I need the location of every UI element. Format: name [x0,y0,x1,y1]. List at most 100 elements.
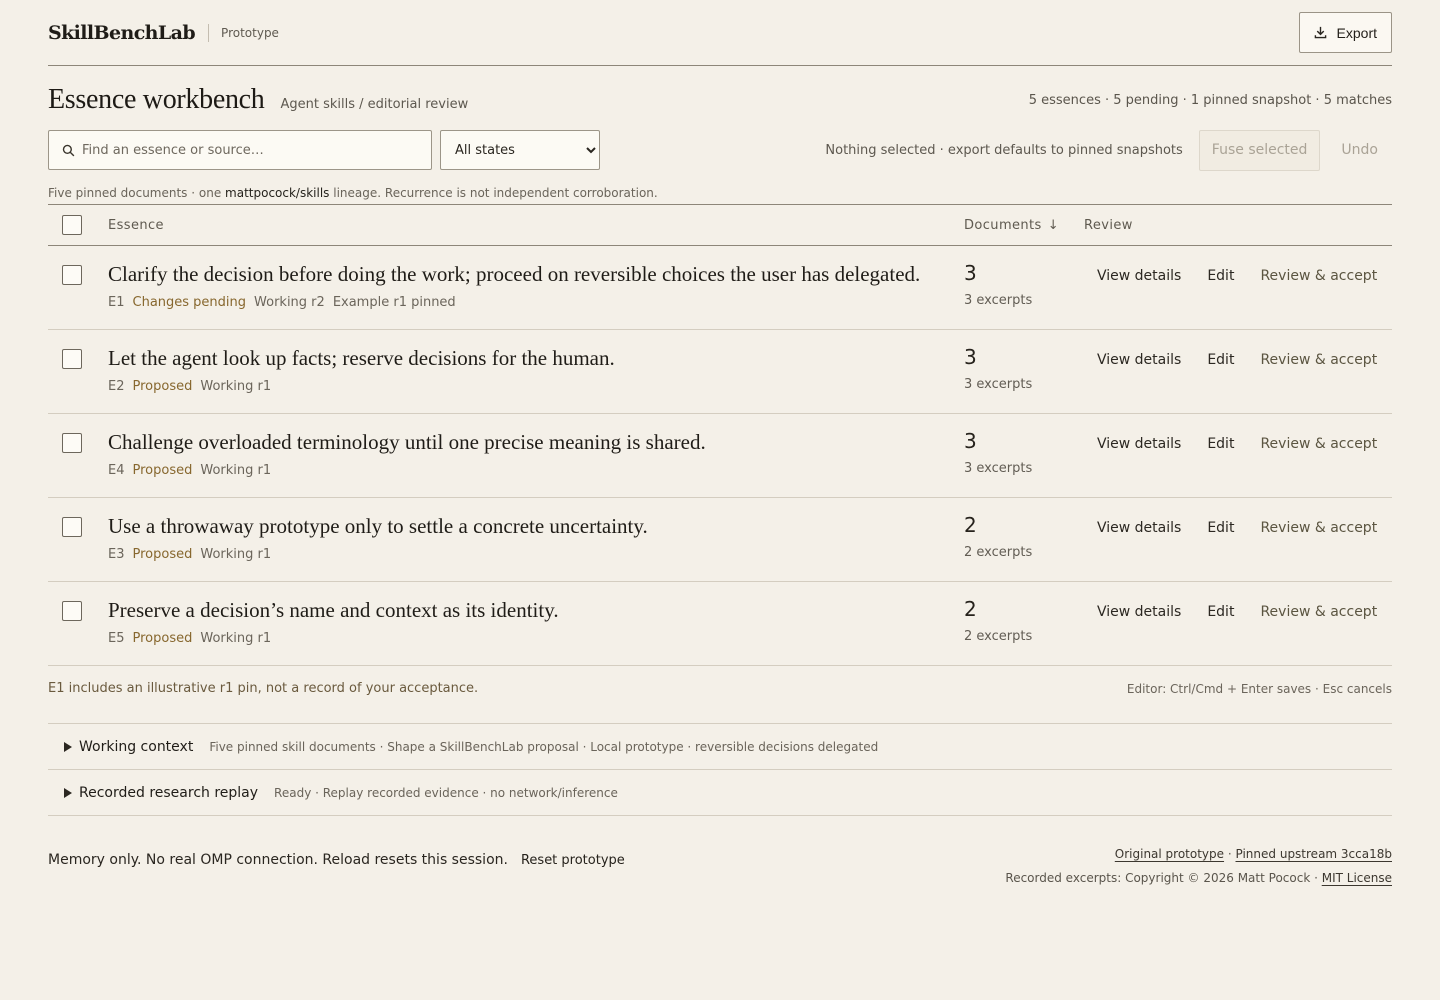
table-header: Essence Documents ↓ Review [48,205,1392,246]
breadcrumb: Agent skills / editorial review [280,97,469,112]
mit-license-link[interactable]: MIT License [1322,871,1392,885]
memory-notice: Memory only. No real OMP connection. Rel… [48,852,508,868]
essence-meta: E3 Proposed Working r1 [108,547,964,562]
edit-button[interactable]: Edit [1194,520,1247,536]
editor-shortcuts: Editor: Ctrl/Cmd + Enter saves · Esc can… [1126,681,1392,696]
column-header-documents[interactable]: Documents ↓ [964,218,1084,233]
disclosure-triangle-icon [64,787,72,798]
top-bar: SkillBenchLab Prototype Export [48,0,1392,66]
view-details-button[interactable]: View details [1084,268,1194,284]
column-header-essence: Essence [108,217,164,233]
review-accept-button[interactable]: Review & accept [1247,352,1390,368]
select-all-checkbox[interactable] [62,215,82,235]
table-row: Let the agent look up facts; reserve dec… [48,330,1392,414]
excerpt-count: 3 excerpts [964,461,1033,476]
essence-meta: E4 Proposed Working r1 [108,463,964,478]
footer-separator: · [1224,847,1236,861]
research-replay-status: Ready · Replay recorded evidence · no ne… [274,785,618,800]
edit-button[interactable]: Edit [1194,436,1247,452]
lineage-repo: mattpocock/skills [225,186,330,200]
essence-meta: E5 Proposed Working r1 [108,631,964,646]
view-details-button[interactable]: View details [1084,520,1194,536]
essence-state: Proposed [132,379,193,394]
excerpt-count: 3 excerpts [964,293,1033,308]
essence-id: E4 [108,463,125,478]
row-checkbox[interactable] [62,517,82,537]
essence-text: Challenge overloaded terminology until o… [108,430,706,454]
edit-button[interactable]: Edit [1194,604,1247,620]
essence-meta: E1 Changes pending Working r2 Example r1… [108,295,964,310]
document-count: 2 [964,597,977,621]
edit-button[interactable]: Edit [1194,268,1247,284]
essence-id: E5 [108,631,125,646]
working-context-section[interactable]: Working context Five pinned skill docume… [48,724,1392,770]
copyright-note: Recorded excerpts: Copyright © 2026 Matt… [1005,871,1322,885]
search-input[interactable] [82,142,412,158]
column-header-review: Review [1084,217,1133,233]
pinned-upstream-link[interactable]: Pinned upstream 3cca18b [1236,847,1393,861]
pinned-note: Example r1 pinned [332,295,456,310]
lineage-text-after: lineage. Recurrence is not independent c… [329,186,658,200]
review-accept-button[interactable]: Review & accept [1247,520,1390,536]
page-title: Essence workbench [48,84,265,115]
excerpt-count: 3 excerpts [964,377,1033,392]
sort-descending-icon: ↓ [1047,217,1060,233]
document-count: 3 [964,345,977,369]
document-count: 3 [964,429,977,453]
essence-state: Changes pending [132,295,247,310]
essence-id: E2 [108,379,125,394]
state-filter-select[interactable]: All states [440,130,600,170]
view-details-button[interactable]: View details [1084,352,1194,368]
row-checkbox[interactable] [62,265,82,285]
review-accept-button[interactable]: Review & accept [1247,604,1390,620]
search-icon [62,144,75,156]
pin-footnote: E1 includes an illustrative r1 pin, not … [48,681,479,696]
table-footer: E1 includes an illustrative r1 pin, not … [48,666,1392,724]
document-count: 2 [964,513,977,537]
summary-counts: 5 essences · 5 pending · 1 pinned snapsh… [1028,92,1392,108]
row-checkbox[interactable] [62,601,82,621]
toolbar: All states Nothing selected · export def… [48,129,1392,171]
search-box[interactable] [48,130,432,170]
research-replay-toggle[interactable]: Recorded research replay [79,785,258,801]
title-row: Essence workbench Agent skills / editori… [48,66,1392,130]
download-icon [1314,26,1326,39]
essence-text: Preserve a decision’s name and context a… [108,598,559,622]
excerpt-count: 2 excerpts [964,629,1033,644]
view-details-button[interactable]: View details [1084,604,1194,620]
edit-button[interactable]: Edit [1194,352,1247,368]
table-row: Preserve a decision’s name and context a… [48,582,1392,666]
original-prototype-link[interactable]: Original prototype [1115,847,1224,861]
undo-button[interactable]: Undo [1320,130,1392,171]
review-accept-button[interactable]: Review & accept [1247,436,1390,452]
essence-state: Proposed [132,463,193,478]
reset-prototype-button[interactable]: Reset prototype [521,853,625,868]
prototype-tag: Prototype [221,25,279,40]
essence-text: Clarify the decision before doing the wo… [108,262,921,286]
essence-meta: E2 Proposed Working r1 [108,379,964,394]
working-context-toggle[interactable]: Working context [79,739,193,755]
essence-state: Proposed [132,631,193,646]
working-revision: Working r1 [200,463,272,478]
selection-status: Nothing selected · export defaults to pi… [825,142,1183,158]
research-replay-section[interactable]: Recorded research replay Ready · Replay … [48,770,1392,816]
disclosure-triangle-icon [64,741,72,752]
review-accept-button[interactable]: Review & accept [1247,268,1390,284]
footer-links: Original prototype · Pinned upstream 3cc… [1005,842,1392,890]
row-checkbox[interactable] [62,433,82,453]
fuse-selected-button[interactable]: Fuse selected [1198,129,1321,171]
table-row: Use a throwaway prototype only to settle… [48,498,1392,582]
row-checkbox[interactable] [62,349,82,369]
working-revision: Working r1 [200,547,272,562]
documents-header-label: Documents [964,217,1042,233]
export-button[interactable]: Export [1298,12,1392,53]
working-revision: Working r2 [254,295,325,310]
lineage-text-before: Five pinned documents · one [48,186,226,200]
essence-state: Proposed [132,547,193,562]
excerpt-count: 2 excerpts [964,545,1033,560]
export-label: Export [1336,24,1377,41]
brand: SkillBenchLab Prototype [48,22,279,44]
working-context-summary: Five pinned skill documents · Shape a Sk… [209,739,879,754]
view-details-button[interactable]: View details [1084,436,1194,452]
essence-id: E3 [108,547,125,562]
